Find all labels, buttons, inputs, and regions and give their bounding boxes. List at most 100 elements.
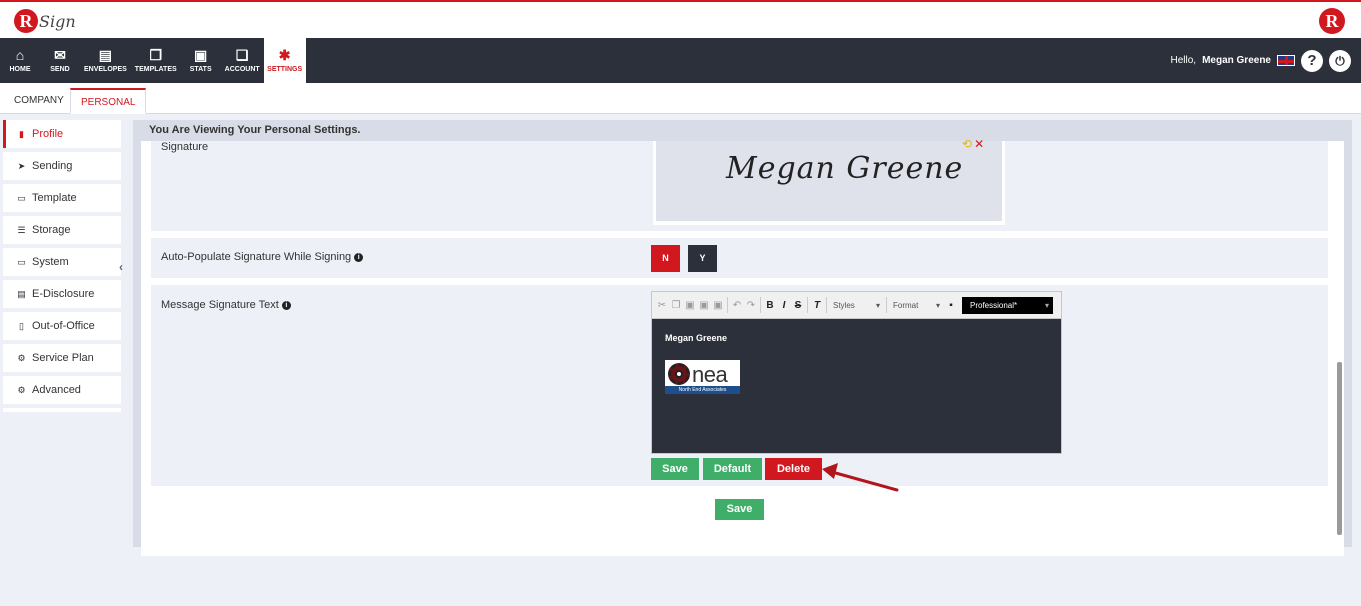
sidebar-item-label: Profile <box>32 128 64 140</box>
paper-plane-icon: ➤ <box>17 160 26 171</box>
sidebar-item-template[interactable]: ▭ Template <box>3 184 121 212</box>
sidebar-item-label: Service Plan <box>32 352 94 364</box>
nav-stats[interactable]: ▣ STATS <box>181 38 221 83</box>
brand-r-icon: R <box>1319 8 1345 34</box>
signature-row: Signature Megan Greene ⟲ ✕ <box>151 137 1328 231</box>
sidebar-item-advanced[interactable]: ⚙ Advanced <box>3 376 121 404</box>
signature-actions: ⟲ ✕ <box>962 137 984 151</box>
sidebar-item-label: Template <box>32 192 77 204</box>
sidebar-item-label: Storage <box>32 224 71 236</box>
user-name[interactable]: Megan Greene <box>1202 55 1271 66</box>
reset-signature-icon[interactable]: ⟲ <box>962 137 972 151</box>
styles-dropdown[interactable]: Styles <box>829 297 884 314</box>
format-dropdown[interactable]: Format <box>889 297 944 314</box>
tab-personal[interactable]: PERSONAL <box>70 88 147 114</box>
help-icon[interactable]: ? <box>1301 49 1323 72</box>
document-icon: ▤ <box>17 288 26 299</box>
auto-populate-text: Auto-Populate Signature While Signing <box>161 251 352 263</box>
strikethrough-icon[interactable]: S <box>791 300 805 311</box>
info-icon[interactable]: i <box>354 253 364 262</box>
sidebar-item-out-of-office[interactable]: ▯ Out-of-Office <box>3 312 121 340</box>
sidebar-item-e-disclosure[interactable]: ▤ E-Disclosure <box>3 280 121 308</box>
default-signature-button[interactable]: Default <box>703 458 762 480</box>
nav-settings[interactable]: ✱ SETTINGS <box>263 38 306 83</box>
delete-signature-button[interactable]: Delete <box>765 458 822 480</box>
settings-panel: Signature Megan Greene ⟲ ✕ Auto-Populate … <box>141 137 1344 556</box>
save-signature-button[interactable]: Save <box>651 458 699 480</box>
account-icon: ❏ <box>235 47 249 63</box>
nea-logo-subtext: North End Associates <box>665 386 740 394</box>
templates-icon: ❐ <box>149 47 163 63</box>
paste-icon[interactable]: ▣ <box>683 300 697 311</box>
sidebar-item-system[interactable]: ▭ System <box>3 248 121 276</box>
nav-templates[interactable]: ❐ TEMPLATES <box>131 38 181 83</box>
toolbar-divider <box>760 297 761 313</box>
toolbar-divider <box>807 297 808 313</box>
logo-sign-text: Sign <box>39 11 76 31</box>
envelopes-icon: ▤ <box>98 47 113 63</box>
viewing-notice: You Are Viewing Your Personal Settings. <box>149 124 361 136</box>
briefcase-icon: ▣ <box>194 47 208 63</box>
profile-icon: ▮ <box>19 128 24 139</box>
user-area: Hello, Megan Greene ? ⏻ <box>1170 38 1351 83</box>
collapse-sidebar-icon[interactable]: ‹ <box>119 260 123 274</box>
sidebar-item-profile[interactable]: ▮ Profile <box>3 120 121 148</box>
monitor-icon: ▭ <box>17 256 26 267</box>
power-icon[interactable]: ⏻ <box>1329 49 1351 72</box>
source-icon[interactable]: ▪ <box>944 300 958 311</box>
editor-content[interactable]: Megan Greene nea North End Associates <box>652 319 1061 453</box>
signature-image: Megan Greene <box>726 151 964 186</box>
auto-populate-label: Auto-Populate Signature While Signing i <box>161 251 364 263</box>
paste-word-icon[interactable]: ▣ <box>711 300 725 311</box>
toggle-no-button[interactable]: N <box>651 245 680 272</box>
redo-icon[interactable]: ↷ <box>744 300 758 311</box>
main-nav: ⌂ HOME ✉ SEND ▤ ENVELOPES ❐ TEMPLATES ▣ … <box>0 38 1361 83</box>
nav-home[interactable]: ⌂ HOME <box>0 38 40 83</box>
sidebar-item-sending[interactable]: ➤ Sending <box>3 152 121 180</box>
settings-tabs: COMPANY PERSONAL <box>0 88 1361 114</box>
vertical-scrollbar[interactable] <box>1337 362 1342 535</box>
hello-text: Hello, <box>1170 55 1197 66</box>
cut-icon[interactable]: ✂ <box>655 300 669 311</box>
nav-templates-label: TEMPLATES <box>134 66 177 73</box>
signature-preview[interactable]: Megan Greene ⟲ ✕ <box>656 137 1002 221</box>
storage-icon: ☰ <box>17 224 26 235</box>
paste-text-icon[interactable]: ▣ <box>697 300 711 311</box>
italic-icon[interactable]: I <box>777 300 791 311</box>
nav-account-label: ACCOUNT <box>224 66 260 73</box>
logo-r-mark: R <box>14 9 38 33</box>
editor-signature-name: Megan Greene <box>665 333 728 343</box>
save-settings-button[interactable]: Save <box>715 499 764 520</box>
nav-send[interactable]: ✉ SEND <box>40 38 80 83</box>
nav-stats-label: STATS <box>189 66 212 73</box>
rsign-logo[interactable]: R Sign <box>14 6 76 36</box>
message-signature-label: Message Signature Text i <box>161 299 291 311</box>
toggle-yes-button[interactable]: Y <box>688 245 717 272</box>
uk-flag-icon[interactable] <box>1277 55 1295 66</box>
sidebar-item-service-plan[interactable]: ⚙ Service Plan <box>3 344 121 372</box>
remove-format-icon[interactable]: T <box>810 300 824 311</box>
tab-company[interactable]: COMPANY <box>4 88 74 114</box>
bold-icon[interactable]: B <box>763 300 777 311</box>
gear-icon: ✱ <box>278 47 291 63</box>
editor-toolbar: ✂ ❐ ▣ ▣ ▣ ↶ ↷ B I S T Styles ▾ Format ▾ … <box>652 292 1061 319</box>
nea-logo-dot <box>675 370 683 378</box>
sidebar-item-storage[interactable]: ☰ Storage <box>3 216 121 244</box>
nav-envelopes[interactable]: ▤ ENVELOPES <box>80 38 131 83</box>
copy-icon[interactable]: ❐ <box>669 300 683 311</box>
signature-box: Megan Greene ⟲ ✕ <box>653 137 1005 225</box>
toolbar-divider <box>727 297 728 313</box>
info-icon[interactable]: i <box>281 301 291 310</box>
auto-populate-row: Auto-Populate Signature While Signing i N… <box>151 238 1328 278</box>
nav-account[interactable]: ❏ ACCOUNT <box>221 38 264 83</box>
message-signature-row: Message Signature Text i ✂ ❐ ▣ ▣ ▣ ↶ ↷ B … <box>151 285 1328 486</box>
undo-icon[interactable]: ↶ <box>730 300 744 311</box>
sidebar-item-label: System <box>32 256 69 268</box>
nav-home-label: HOME <box>9 66 31 73</box>
font-dropdown[interactable]: Professional* <box>962 296 1053 314</box>
top-header: R Sign R <box>0 0 1361 38</box>
remove-signature-icon[interactable]: ✕ <box>974 137 984 151</box>
rich-text-editor: ✂ ❐ ▣ ▣ ▣ ↶ ↷ B I S T Styles ▾ Format ▾ … <box>651 291 1062 454</box>
home-icon: ⌂ <box>15 47 25 63</box>
service-plan-icon: ⚙ <box>17 352 26 363</box>
